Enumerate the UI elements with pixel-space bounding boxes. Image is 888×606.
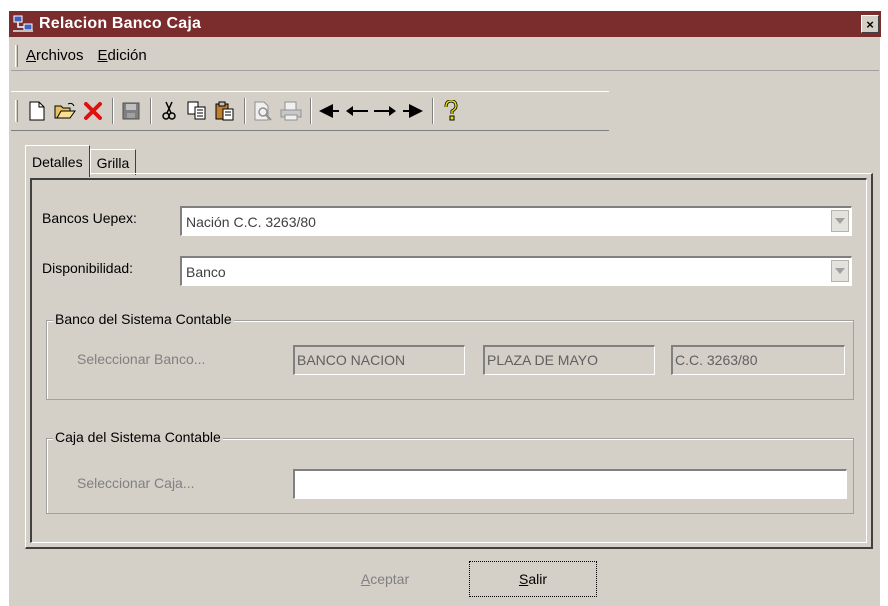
toolbar-grip [15, 100, 18, 122]
disponibilidad-value: Banco [186, 264, 226, 280]
aceptar-button[interactable]: Aceptar [321, 561, 449, 597]
dropdown-arrow-icon[interactable] [831, 260, 849, 282]
app-icon [13, 15, 33, 33]
tab-strip: Detalles Grilla [25, 145, 137, 177]
print-icon[interactable] [278, 98, 304, 124]
bancos-uepex-label: Bancos Uepex: [42, 210, 137, 226]
toolbar [11, 91, 609, 139]
banco-group-legend: Banco del Sistema Contable [53, 311, 234, 327]
disponibilidad-label: Disponibilidad: [42, 260, 134, 276]
dropdown-arrow-icon[interactable] [831, 210, 849, 232]
toolbar-separator [432, 98, 434, 124]
banco-cuenta-field[interactable]: C.C. 3263/80 [671, 345, 845, 375]
menu-edicion[interactable]: Edición [96, 47, 149, 64]
help-icon[interactable] [438, 98, 464, 124]
tab-panel-detalles: Bancos Uepex: Nación C.C. 3263/80 Dispon… [25, 173, 873, 549]
form-area: Bancos Uepex: Nación C.C. 3263/80 Dispon… [30, 178, 867, 543]
open-folder-icon[interactable] [52, 98, 78, 124]
bancos-uepex-value: Nación C.C. 3263/80 [186, 214, 316, 230]
toolbar-separator [150, 98, 152, 124]
save-icon[interactable] [118, 98, 144, 124]
paste-icon[interactable] [212, 98, 238, 124]
copy-icon[interactable] [184, 98, 210, 124]
caja-field[interactable] [293, 469, 847, 499]
next-record-icon[interactable] [372, 98, 398, 124]
seleccionar-caja-button[interactable]: Seleccionar Caja... [77, 475, 195, 491]
banco-sucursal-field[interactable]: PLAZA DE MAYO [483, 345, 655, 375]
toolbar-separator [112, 98, 114, 124]
new-document-icon[interactable] [24, 98, 50, 124]
caja-sistema-contable-group: Caja del Sistema Contable Seleccionar Ca… [46, 429, 854, 514]
disponibilidad-select[interactable]: Banco [180, 256, 852, 286]
banco-nombre-field[interactable]: BANCO NACION [293, 345, 465, 375]
banco-sistema-contable-group: Banco del Sistema Contable Seleccionar B… [46, 311, 854, 400]
print-preview-icon[interactable] [250, 98, 276, 124]
bancos-uepex-select[interactable]: Nación C.C. 3263/80 [180, 206, 852, 236]
salir-button[interactable]: Salir [469, 561, 597, 597]
menu-bar: Archivos Edición [11, 41, 879, 71]
seleccionar-banco-button[interactable]: Seleccionar Banco... [77, 351, 205, 367]
menu-grip [15, 44, 18, 67]
delete-icon[interactable] [80, 98, 106, 124]
close-button[interactable]: × [861, 15, 879, 33]
tab-grilla[interactable]: Grilla [89, 149, 137, 175]
menu-archivos[interactable]: Archivos [24, 47, 86, 64]
toolbar-separator [310, 98, 312, 124]
title-bar[interactable]: Relacion Banco Caja × [9, 11, 881, 37]
cut-icon[interactable] [156, 98, 182, 124]
toolbar-separator [244, 98, 246, 124]
previous-record-icon[interactable] [344, 98, 370, 124]
first-record-icon[interactable] [316, 98, 342, 124]
main-window: Relacion Banco Caja × Archivos Edición D… [8, 10, 881, 606]
last-record-icon[interactable] [400, 98, 426, 124]
window-title: Relacion Banco Caja [39, 15, 202, 32]
caja-group-legend: Caja del Sistema Contable [53, 429, 223, 445]
tab-detalles[interactable]: Detalles [25, 145, 90, 177]
